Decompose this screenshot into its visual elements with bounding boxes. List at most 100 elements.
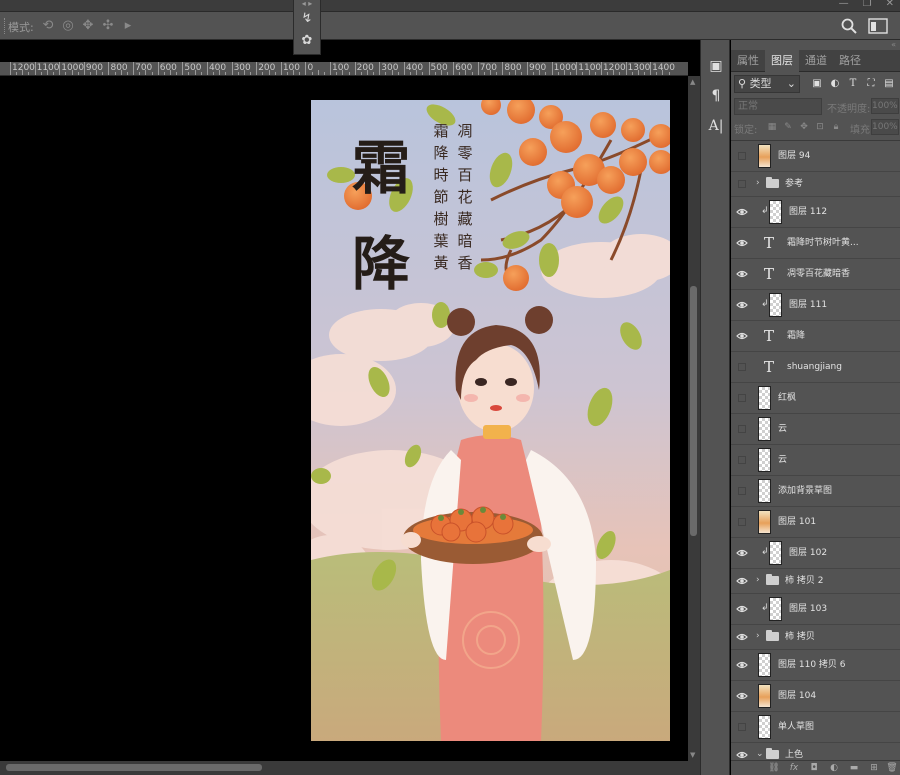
slide-3d-icon[interactable]: ✣: [100, 18, 116, 34]
filter-pixel-icon[interactable]: ▣: [810, 77, 824, 91]
vertical-scroll-thumb[interactable]: [690, 286, 697, 536]
layer-row[interactable]: ↲ 图层 102: [731, 538, 900, 569]
chevron-right-icon[interactable]: ›: [756, 575, 760, 585]
collapse-panel-icon[interactable]: «: [891, 40, 896, 49]
layer-row[interactable]: 图层 110 拷贝 6: [731, 650, 900, 681]
drag-3d-icon[interactable]: ✥: [80, 18, 96, 34]
layer-thumbnail: [769, 293, 782, 317]
visibility-eye-icon[interactable]: [736, 576, 748, 586]
visibility-eye-icon[interactable]: [736, 632, 748, 642]
minimize-icon[interactable]: —: [839, 0, 849, 9]
lock-position-icon[interactable]: ✥: [798, 121, 810, 133]
visibility-eye-icon[interactable]: [736, 331, 748, 341]
horizontal-scrollbar[interactable]: [0, 761, 700, 775]
adjustment-layer-icon[interactable]: ◐: [827, 762, 841, 774]
vertical-scrollbar[interactable]: ▲ ▼: [688, 76, 700, 761]
horizontal-scroll-thumb[interactable]: [6, 764, 262, 771]
properties-icon[interactable]: ▣: [706, 56, 726, 76]
lock-brush-icon[interactable]: ✎: [782, 121, 794, 133]
visibility-toggle[interactable]: [738, 487, 746, 495]
workspace-icon[interactable]: [868, 18, 888, 34]
filter-adjustment-icon[interactable]: ◐: [828, 77, 842, 91]
visibility-toggle[interactable]: [738, 723, 746, 731]
tab-paths[interactable]: 路径: [833, 50, 867, 72]
layer-row[interactable]: ↲ 图层 111: [731, 290, 900, 321]
lock-all-icon[interactable]: 🔒︎: [830, 121, 842, 133]
visibility-eye-icon[interactable]: [736, 300, 748, 310]
lock-artboard-icon[interactable]: ⊡: [814, 121, 826, 133]
search-icon[interactable]: [840, 17, 858, 35]
layer-row[interactable]: ⌄ 上色: [731, 743, 900, 760]
scale-3d-icon[interactable]: ▸: [120, 18, 136, 34]
layer-row[interactable]: T 霜降时节树叶黄...: [731, 228, 900, 259]
layer-row[interactable]: 图层 101: [731, 507, 900, 538]
visibility-toggle[interactable]: [738, 394, 746, 402]
delete-layer-icon[interactable]: 🗑︎: [885, 762, 899, 774]
ruler-label: 500: [430, 63, 448, 73]
restore-icon[interactable]: ❐: [863, 0, 872, 9]
layer-row[interactable]: ↲ 图层 112: [731, 197, 900, 228]
layer-row[interactable]: › 参考: [731, 172, 900, 197]
layer-row[interactable]: › 柿 拷贝 2: [731, 569, 900, 594]
layer-row[interactable]: Tshuangjiang: [731, 352, 900, 383]
visibility-eye-icon[interactable]: [736, 207, 748, 217]
visibility-eye-icon[interactable]: [736, 660, 748, 670]
link-layers-icon[interactable]: ⛓: [767, 762, 781, 774]
layer-row[interactable]: 云: [731, 445, 900, 476]
visibility-eye-icon[interactable]: [736, 238, 748, 248]
rotate-3d-icon[interactable]: ⟲: [40, 18, 56, 34]
new-layer-icon[interactable]: ⊞: [867, 762, 881, 774]
layer-row[interactable]: T 凋零百花藏暗香: [731, 259, 900, 290]
horizontal-ruler[interactable]: 1200 1100 1000 900 800 700 600 500 400 300 200 100 0…: [0, 62, 688, 76]
layer-row[interactable]: 添加背景草图: [731, 476, 900, 507]
new-group-icon[interactable]: ▬: [847, 762, 861, 774]
layer-row[interactable]: 图层 94: [731, 141, 900, 172]
layer-filter-select[interactable]: ⚲ 类型 ⌄: [734, 75, 800, 93]
layer-row[interactable]: 云: [731, 414, 900, 445]
history-icon[interactable]: ↯: [294, 8, 320, 30]
chevron-down-icon[interactable]: ⌄: [756, 749, 764, 759]
opacity-field[interactable]: 100%: [871, 98, 899, 114]
roll-3d-icon[interactable]: ◎: [60, 18, 76, 34]
layer-row[interactable]: › 柿 拷贝: [731, 625, 900, 650]
visibility-eye-icon[interactable]: [736, 604, 748, 614]
visibility-eye-icon[interactable]: [736, 548, 748, 558]
layer-row[interactable]: 红枫: [731, 383, 900, 414]
floating-toolbar-grip[interactable]: ◂ ▸: [294, 0, 320, 8]
visibility-toggle[interactable]: [738, 152, 746, 160]
visibility-toggle[interactable]: [738, 180, 746, 188]
layer-row[interactable]: 单人草图: [731, 712, 900, 743]
tab-layers[interactable]: 图层: [765, 50, 799, 72]
fill-field[interactable]: 100%: [871, 119, 899, 135]
options-bar-grip[interactable]: [4, 18, 6, 34]
chevron-right-icon[interactable]: ›: [756, 178, 760, 188]
close-icon[interactable]: ✕: [886, 0, 894, 9]
tab-channels[interactable]: 通道: [799, 50, 833, 72]
artwork-image[interactable]: 霜降 霜降時節樹葉黃 凋零百花藏暗香: [311, 100, 670, 741]
scroll-up-icon[interactable]: ▲: [690, 78, 698, 86]
filter-shape-icon[interactable]: ⛶: [864, 77, 878, 91]
filter-type-icon[interactable]: T: [846, 77, 860, 91]
fx-icon[interactable]: fx: [787, 762, 801, 774]
visibility-toggle[interactable]: [738, 456, 746, 464]
add-mask-icon[interactable]: ◘: [807, 762, 821, 774]
visibility-toggle[interactable]: [738, 363, 746, 371]
lock-transparent-icon[interactable]: ▦: [766, 121, 778, 133]
tab-properties[interactable]: 属性: [731, 50, 765, 72]
layer-row[interactable]: T 霜降: [731, 321, 900, 352]
color-palette-icon[interactable]: ✿: [294, 30, 320, 52]
visibility-eye-icon[interactable]: [736, 269, 748, 279]
scroll-down-icon[interactable]: ▼: [690, 751, 698, 759]
visibility-eye-icon[interactable]: [736, 750, 748, 760]
character-icon[interactable]: A|: [706, 116, 726, 136]
paragraph-icon[interactable]: ¶: [706, 86, 726, 106]
chevron-right-icon[interactable]: ›: [756, 631, 760, 641]
layer-row[interactable]: 图层 104: [731, 681, 900, 712]
filter-smart-object-icon[interactable]: ▤: [882, 77, 896, 91]
layer-row[interactable]: ↲ 图层 103: [731, 594, 900, 625]
visibility-eye-icon[interactable]: [736, 691, 748, 701]
document-canvas[interactable]: 霜降 霜降時節樹葉黃 凋零百花藏暗香: [0, 76, 688, 761]
visibility-toggle[interactable]: [738, 518, 746, 526]
blend-mode-select[interactable]: 正常: [734, 98, 822, 115]
visibility-toggle[interactable]: [738, 425, 746, 433]
